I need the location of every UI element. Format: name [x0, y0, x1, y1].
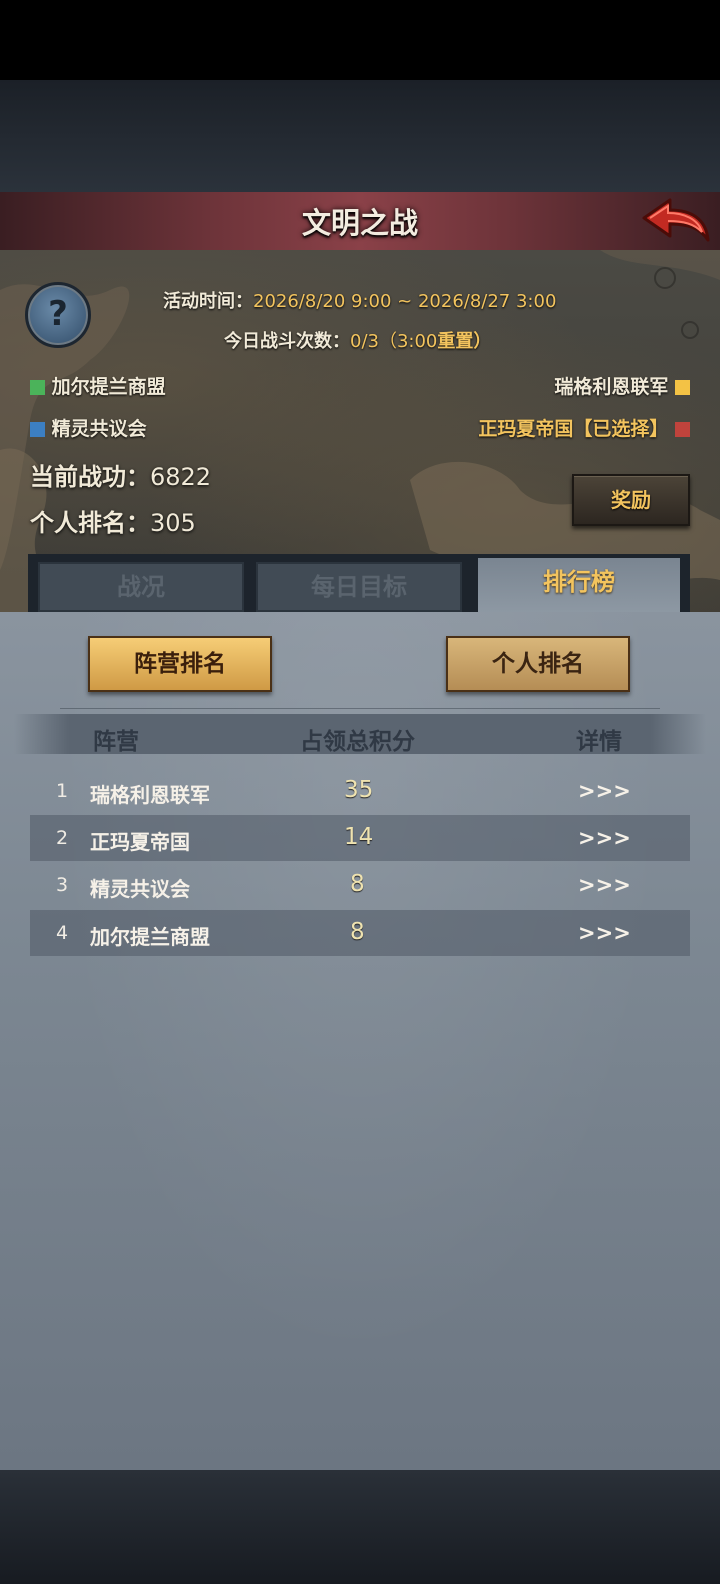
back-arrow-icon: [642, 198, 710, 242]
back-button[interactable]: [640, 196, 712, 248]
personal-ranking-button[interactable]: 个人排名: [446, 636, 630, 692]
divider: [60, 708, 660, 709]
activity-time: 活动时间：2026/8/20 9:00 ~ 2026/8/27 3:00: [163, 287, 556, 313]
page-title: 文明之战: [301, 206, 418, 240]
faction-legend-galtilan: 加尔提兰商盟: [30, 372, 166, 399]
question-mark-icon: ?: [48, 294, 68, 334]
personal-rank-value: 305: [150, 509, 196, 537]
row-rank: 4: [56, 922, 69, 944]
tab-battle-status[interactable]: 战况: [38, 562, 244, 612]
faction-color-swatch: [675, 422, 690, 437]
row-camp-name: 加尔提兰商盟: [90, 925, 210, 949]
row-score: 8: [350, 871, 365, 897]
faction-color-swatch: [30, 422, 45, 437]
faction-label: 加尔提兰商盟: [51, 376, 166, 398]
row-details-link[interactable]: >>>: [578, 779, 631, 803]
header-details: 详情: [576, 729, 622, 755]
row-camp-name: 精灵共议会: [90, 877, 190, 901]
reward-button[interactable]: 奖励: [572, 474, 690, 526]
help-button[interactable]: ?: [25, 282, 91, 348]
title-bar: 文明之战: [0, 192, 720, 253]
table-row: 2 正玛夏帝国 14 >>>: [30, 815, 690, 861]
background-lower: [0, 1470, 720, 1584]
camp-ranking-button[interactable]: 阵营排名: [88, 636, 272, 692]
background-upper: [0, 80, 720, 192]
current-merit: 当前战功：6822: [30, 457, 211, 492]
faction-label: 瑞格利恩联军: [554, 376, 669, 398]
daily-battles-value: 0/3（3:00: [350, 331, 438, 352]
daily-battles-label: 今日战斗次数：: [224, 331, 350, 352]
current-merit-value: 6822: [150, 463, 212, 491]
daily-battles-reset: 重置）: [437, 331, 492, 352]
personal-rank: 个人排名：305: [30, 503, 196, 538]
row-details-link[interactable]: >>>: [578, 826, 631, 850]
row-rank: 3: [56, 874, 69, 896]
row-rank: 1: [56, 780, 69, 802]
faction-legend-elf: 精灵共议会: [30, 414, 147, 441]
row-score: 35: [344, 777, 374, 803]
faction-color-swatch: [675, 380, 690, 395]
faction-legend-rigelion: 瑞格利恩联军: [554, 372, 690, 399]
faction-label: 正玛夏帝国【已选择】: [478, 418, 669, 440]
status-bar-area: [0, 0, 720, 80]
row-score: 8: [350, 919, 365, 945]
row-camp-name: 正玛夏帝国: [90, 830, 190, 854]
table-row: 4 加尔提兰商盟 8 >>>: [30, 910, 690, 956]
row-details-link[interactable]: >>>: [578, 921, 631, 945]
faction-color-swatch: [30, 380, 45, 395]
row-rank: 2: [56, 827, 69, 849]
faction-label: 精灵共议会: [51, 418, 147, 440]
row-details-link[interactable]: >>>: [578, 873, 631, 897]
activity-time-value: 2026/8/20 9:00 ~ 2026/8/27 3:00: [253, 291, 557, 312]
table-row: 3 精灵共议会 8 >>>: [30, 862, 690, 908]
faction-legend-zhengma-selected: 正玛夏帝国【已选择】: [478, 414, 690, 441]
personal-rank-label: 个人排名：: [30, 509, 150, 537]
row-camp-name: 瑞格利恩联军: [90, 783, 210, 807]
current-merit-label: 当前战功：: [30, 463, 150, 491]
header-total-score: 占领总积分: [300, 729, 415, 755]
activity-time-label: 活动时间：: [163, 291, 253, 312]
header-camp: 阵营: [93, 729, 139, 755]
table-row: 1 瑞格利恩联军 35 >>>: [30, 768, 690, 814]
daily-battles: 今日战斗次数：0/3（3:00重置）: [224, 327, 491, 353]
row-score: 14: [344, 824, 374, 850]
tab-daily-goals[interactable]: 每日目标: [256, 562, 462, 612]
tab-leaderboard[interactable]: 排行榜: [478, 558, 680, 612]
